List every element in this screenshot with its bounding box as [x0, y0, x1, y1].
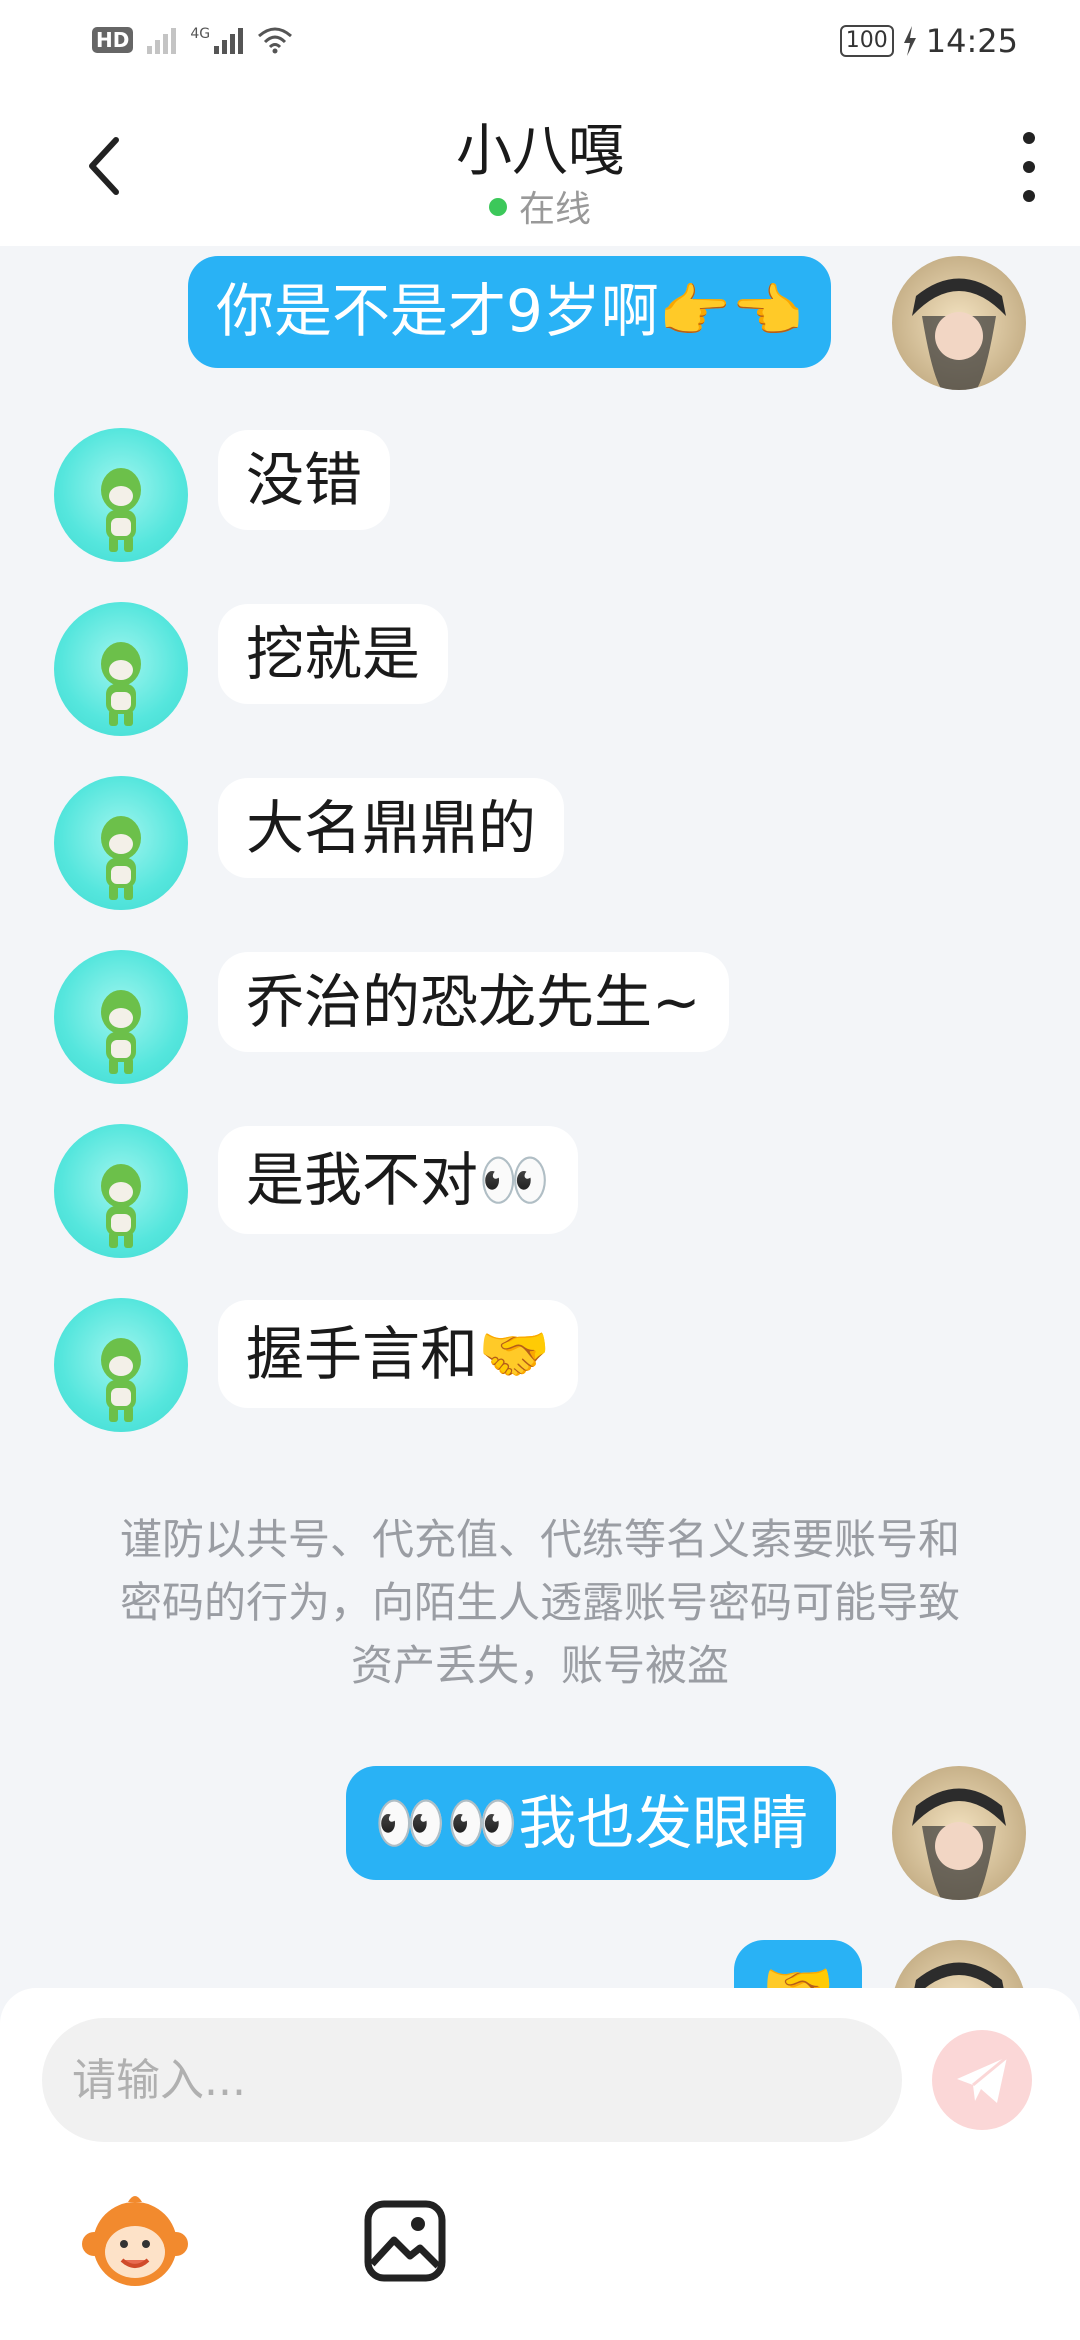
online-status-label: 在线 [518, 189, 591, 230]
clock: 14:25 [925, 22, 1018, 60]
security-notice: 谨防以共号、代充值、代练等名义索要账号和密码的行为，向陌生人透露账号密码可能导致… [119, 1515, 960, 1690]
contact-avatar[interactable] [54, 602, 188, 736]
message-bubble-incoming[interactable]: 挖就是 [218, 604, 449, 704]
battery-icon: 100 [839, 25, 894, 57]
monkey-emoji-icon[interactable] [80, 2186, 190, 2296]
contact-avatar[interactable] [54, 1298, 188, 1432]
contact-avatar[interactable] [54, 428, 188, 562]
chat-header: 小八嘎 在线 [0, 84, 1080, 246]
more-vertical-icon[interactable] [1014, 132, 1044, 202]
status-left: HD 4G [92, 26, 293, 54]
status-right: 100 14:25 [839, 22, 1018, 60]
message-bubble-incoming[interactable]: 乔治的恐龙先生~ [218, 952, 729, 1052]
image-icon[interactable] [350, 2186, 460, 2296]
contact-avatar[interactable] [54, 776, 188, 910]
message-bubble-incoming[interactable]: 握手言和🤝 [218, 1300, 579, 1408]
status-bar: HD 4G 100 14:25 [0, 0, 1080, 84]
hd-badge: HD [92, 27, 134, 53]
online-dot [488, 198, 507, 216]
composer-bar [0, 1988, 1080, 2340]
paper-plane-icon [957, 2055, 1008, 2103]
online-status: 在线 [0, 180, 1080, 232]
message-input[interactable] [42, 2018, 902, 2142]
signal-icon-sim2 [214, 26, 244, 54]
contact-avatar[interactable] [54, 1124, 188, 1258]
my-avatar[interactable] [892, 256, 1026, 390]
chat-title: 小八嘎 [456, 119, 624, 184]
wifi-icon [258, 27, 293, 54]
signal-icon-sim1 [147, 26, 177, 54]
message-bubble-incoming[interactable]: 大名鼎鼎的 [218, 778, 565, 878]
my-avatar[interactable] [892, 1766, 1026, 1900]
network-type: 4G [190, 26, 211, 42]
message-bubble-incoming[interactable]: 是我不对👀 [218, 1126, 579, 1234]
message-bubble-incoming[interactable]: 没错 [218, 430, 391, 530]
contact-avatar[interactable] [54, 950, 188, 1084]
message-bubble-outgoing[interactable]: 👀👀我也发眼睛 [346, 1766, 837, 1880]
message-bubble-outgoing[interactable]: 你是不是才9岁啊👉👈 [188, 256, 832, 368]
send-button[interactable] [932, 2030, 1032, 2130]
charging-icon [903, 26, 916, 56]
